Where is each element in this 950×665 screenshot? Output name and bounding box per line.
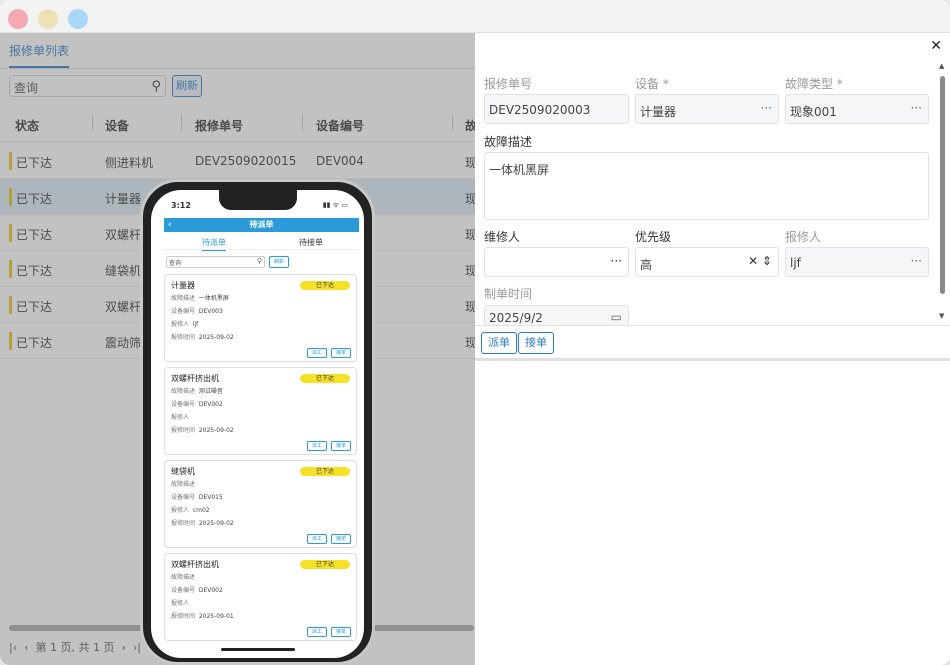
reporter-field[interactable]: ljf ··· bbox=[785, 247, 929, 277]
more-icon[interactable]: ··· bbox=[611, 254, 622, 268]
fault-desc-value: 一体机黑屏 bbox=[489, 163, 550, 177]
phone-notch bbox=[219, 190, 297, 210]
phone-nav-bar: ‹ 待派单 bbox=[164, 218, 359, 232]
scroll-down-icon[interactable]: ▼ bbox=[939, 312, 944, 320]
phone-tabs: 待派单 待接单 bbox=[164, 234, 359, 251]
status-badge: 已下达 bbox=[300, 467, 350, 476]
card-desc: 故障描述 bbox=[171, 481, 196, 488]
card-device-no: 设备编号 DEV002 bbox=[171, 587, 223, 594]
status-badge: 已下达 bbox=[300, 374, 350, 383]
more-icon[interactable]: ··· bbox=[911, 101, 922, 115]
card-desc: 故障描述 一体机黑屏 bbox=[171, 295, 229, 302]
scroll-up-icon[interactable]: ▲ bbox=[939, 62, 944, 70]
card-title: 缝袋机 bbox=[171, 467, 195, 476]
accept-button[interactable]: 接单 bbox=[518, 332, 554, 354]
clear-select-icon[interactable]: ✕ ⇕ bbox=[748, 254, 772, 268]
card-time: 报修时间 2025-09-02 bbox=[171, 334, 234, 341]
card-title: 双螺杆挤出机 bbox=[171, 560, 219, 569]
card-reporter: 报修人 ljf bbox=[171, 321, 199, 328]
tab-pending-accept[interactable]: 待接单 bbox=[299, 237, 323, 248]
tab-pending-dispatch[interactable]: 待派单 bbox=[202, 237, 226, 251]
fault-type-value: 现象001 bbox=[790, 105, 837, 119]
device-value: 计量器 bbox=[640, 105, 677, 119]
reporter-label: 报修人 bbox=[785, 230, 822, 244]
order-card[interactable]: 计量器 已下达 故障描述 一体机黑屏 设备编号 DEV003 报修人 ljf 报… bbox=[164, 274, 357, 362]
phone-title: 待派单 bbox=[249, 220, 274, 229]
card-time: 报修时间 2025-09-02 bbox=[171, 427, 234, 434]
card-dispatch-button[interactable]: 派工 bbox=[307, 441, 327, 451]
fault-type-label: 故障类型 * bbox=[785, 77, 843, 91]
card-reporter: 报修人 bbox=[171, 600, 190, 607]
card-desc: 故障描述 测试噪音 bbox=[171, 388, 223, 395]
card-time: 报修时间 2025-09-01 bbox=[171, 613, 234, 620]
order-no-field: DEV2509020003 bbox=[484, 94, 629, 124]
device-field[interactable]: 计量器 ··· bbox=[635, 94, 779, 124]
repairer-field[interactable]: ··· bbox=[484, 247, 629, 277]
card-title: 计量器 bbox=[171, 281, 195, 290]
app-window: 报修单列表 查询 ⚲ 刷新 状态 设备 报修单号 设备编号 故 已下达 侧进料机… bbox=[0, 0, 950, 665]
phone-search-input[interactable]: 查询 ⚲ bbox=[166, 256, 265, 268]
repairer-label: 维修人 bbox=[484, 230, 521, 244]
card-dispatch-button[interactable]: 派工 bbox=[307, 534, 327, 544]
fault-desc-textarea[interactable]: 一体机黑屏 bbox=[484, 152, 929, 220]
card-device-no: 设备编号 DEV003 bbox=[171, 308, 223, 315]
card-device-no: 设备编号 DEV002 bbox=[171, 401, 223, 408]
dispatch-button[interactable]: 派单 bbox=[481, 332, 517, 354]
card-reporter: 报修人 bbox=[171, 414, 190, 421]
back-icon[interactable]: ‹ bbox=[168, 218, 172, 232]
calendar-icon[interactable]: ▭ bbox=[611, 310, 622, 324]
order-card[interactable]: 双螺杆挤出机 已下达 故障描述 设备编号 DEV002 报修人 报修时间 202… bbox=[164, 553, 357, 641]
more-icon[interactable]: ··· bbox=[911, 254, 922, 268]
card-dispatch-button[interactable]: 派工 bbox=[307, 348, 327, 358]
reporter-value: ljf bbox=[790, 256, 801, 270]
order-card[interactable]: 缝袋机 已下达 故障描述 设备编号 DEV015 报修人 cm02 报修时间 2… bbox=[164, 460, 357, 548]
card-accept-button[interactable]: 接单 bbox=[331, 348, 351, 358]
created-time-field[interactable]: 2025/9/2 ▭ bbox=[484, 305, 629, 326]
close-icon[interactable]: ✕ bbox=[930, 38, 942, 54]
phone-refresh-button[interactable]: 刷新 bbox=[269, 256, 289, 268]
card-device-no: 设备编号 DEV015 bbox=[171, 494, 223, 501]
fault-type-field[interactable]: 现象001 ··· bbox=[785, 94, 929, 124]
device-label: 设备 * bbox=[635, 77, 669, 91]
created-time-value: 2025/9/2 bbox=[489, 311, 543, 325]
priority-select[interactable]: 高 ✕ ⇕ bbox=[635, 247, 779, 277]
status-badge: 已下达 bbox=[300, 281, 350, 290]
detail-footer: 派单 接单 bbox=[475, 325, 950, 361]
card-title: 双螺杆挤出机 bbox=[171, 374, 219, 383]
card-desc: 故障描述 bbox=[171, 574, 196, 581]
card-reporter: 报修人 cm02 bbox=[171, 507, 210, 514]
priority-label: 优先级 bbox=[635, 230, 672, 244]
vertical-scrollbar[interactable] bbox=[940, 76, 945, 294]
order-no-label: 报修单号 bbox=[484, 77, 533, 91]
order-no-value: DEV2509020003 bbox=[489, 103, 591, 117]
window-close-button[interactable] bbox=[8, 9, 28, 29]
phone-screen: 3:12 ▮▮ ᯤ ▭ ‹ 待派单 待派单 待接单 查询 ⚲ 刷新 计量器 已下… bbox=[151, 190, 364, 658]
window-maximize-button[interactable] bbox=[68, 9, 88, 29]
phone-status-icons: ▮▮ ᯤ ▭ bbox=[322, 201, 348, 209]
card-accept-button[interactable]: 接单 bbox=[331, 441, 351, 451]
home-indicator[interactable] bbox=[221, 648, 295, 651]
title-bar bbox=[0, 0, 950, 33]
priority-value: 高 bbox=[640, 258, 653, 272]
card-time: 报修时间 2025-09-02 bbox=[171, 520, 234, 527]
search-icon[interactable]: ⚲ bbox=[257, 257, 262, 265]
status-badge: 已下达 bbox=[300, 560, 350, 569]
created-time-label: 制单时间 bbox=[484, 287, 533, 301]
card-dispatch-button[interactable]: 派工 bbox=[307, 627, 327, 637]
fault-desc-label: 故障描述 bbox=[484, 135, 533, 149]
order-card[interactable]: 双螺杆挤出机 已下达 故障描述 测试噪音 设备编号 DEV002 报修人 报修时… bbox=[164, 367, 357, 455]
window-minimize-button[interactable] bbox=[38, 9, 58, 29]
card-accept-button[interactable]: 接单 bbox=[331, 534, 351, 544]
phone-search-placeholder: 查询 bbox=[169, 260, 182, 267]
phone-frame: 3:12 ▮▮ ᯤ ▭ ‹ 待派单 待派单 待接单 查询 ⚲ 刷新 计量器 已下… bbox=[140, 179, 375, 665]
phone-time: 3:12 bbox=[171, 201, 191, 210]
card-accept-button[interactable]: 接单 bbox=[331, 627, 351, 637]
more-icon[interactable]: ··· bbox=[761, 101, 772, 115]
